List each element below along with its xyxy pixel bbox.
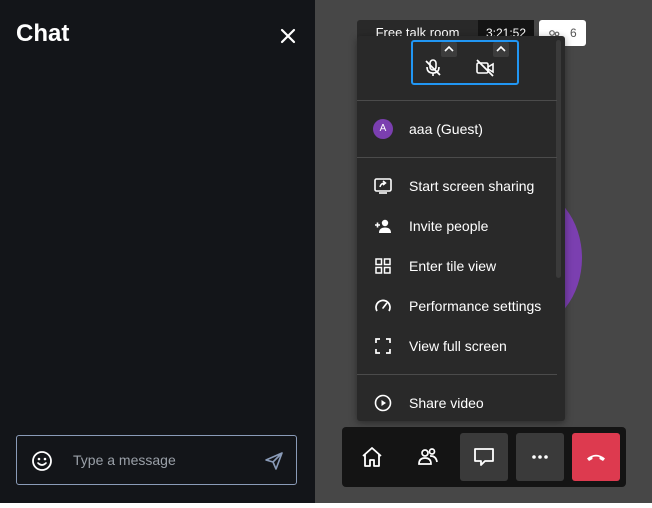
- hangup-icon: [587, 454, 605, 461]
- menu-item-label: Enter tile view: [409, 258, 497, 274]
- menu-item-performance-settings[interactable]: Performance settings: [357, 288, 557, 324]
- avatar: A: [373, 119, 393, 139]
- gauge-icon: [373, 296, 393, 316]
- mute-audio-button[interactable]: [413, 42, 465, 83]
- more-actions-menu: A aaa (Guest) Start screen sharing Invit…: [357, 36, 565, 421]
- bottom-strip: [0, 503, 652, 508]
- emoji-smile-icon[interactable]: [31, 450, 53, 472]
- fullscreen-icon: [373, 336, 393, 356]
- send-icon[interactable]: [264, 451, 284, 471]
- menu-divider: [357, 374, 557, 375]
- participant-count: 6: [570, 26, 577, 40]
- chat-message-input[interactable]: [73, 449, 253, 471]
- mute-video-button[interactable]: [465, 42, 517, 83]
- invite-icon: [373, 216, 393, 236]
- more-actions-button[interactable]: [516, 433, 564, 481]
- screen-share-icon: [373, 176, 393, 196]
- home-button[interactable]: [348, 433, 396, 481]
- microphone-muted-icon: [423, 58, 443, 78]
- chat-icon: [474, 448, 494, 466]
- menu-item-start-screen-sharing[interactable]: Start screen sharing: [357, 168, 557, 204]
- tile-view-icon: [373, 256, 393, 276]
- participant-entry[interactable]: A aaa (Guest): [357, 111, 557, 147]
- chat-panel: Chat: [0, 0, 315, 503]
- audio-video-toolbox: [411, 40, 519, 85]
- more-icon: [532, 455, 548, 459]
- participants-button[interactable]: [404, 433, 452, 481]
- chat-message-box: [16, 435, 297, 485]
- play-circle-icon: [373, 393, 393, 413]
- participant-name: aaa (Guest): [409, 121, 483, 137]
- hangup-button[interactable]: [572, 433, 620, 481]
- chat-button[interactable]: [460, 433, 508, 481]
- menu-item-share-video[interactable]: Share video: [357, 385, 557, 421]
- menu-item-label: Start screen sharing: [409, 178, 535, 194]
- menu-item-enter-tile-view[interactable]: Enter tile view: [357, 248, 557, 284]
- menu-item-label: Performance settings: [409, 298, 542, 314]
- menu-item-label: Share video: [409, 395, 484, 411]
- menu-divider: [357, 157, 557, 158]
- chat-title: Chat: [16, 20, 70, 47]
- close-icon[interactable]: [278, 26, 298, 46]
- menu-item-view-full-screen[interactable]: View full screen: [357, 328, 557, 364]
- meeting-toolbar: [342, 427, 626, 487]
- menu-item-label: View full screen: [409, 338, 507, 354]
- chevron-up-icon[interactable]: [441, 42, 457, 57]
- participants-icon: [418, 448, 438, 465]
- menu-item-label: Invite people: [409, 218, 489, 234]
- home-icon: [362, 447, 382, 467]
- chevron-up-icon[interactable]: [493, 42, 509, 57]
- menu-item-invite-people[interactable]: Invite people: [357, 208, 557, 244]
- camera-off-icon: [475, 58, 495, 78]
- menu-divider: [357, 100, 557, 101]
